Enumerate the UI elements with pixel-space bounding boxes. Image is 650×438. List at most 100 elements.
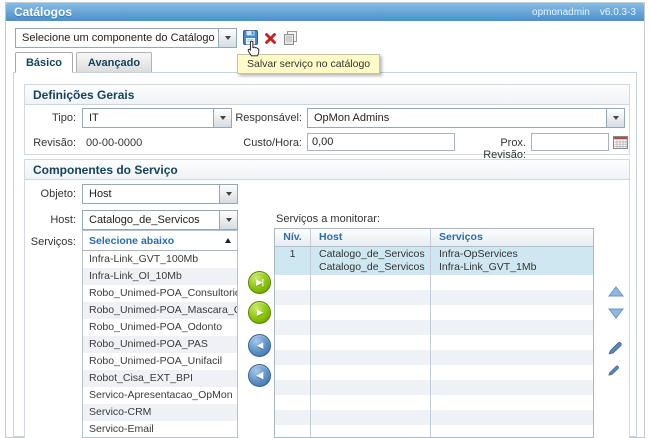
logged-user: opmonadmin xyxy=(532,7,590,18)
tipo-label: Tipo: xyxy=(24,112,76,124)
delete-icon[interactable] xyxy=(264,32,277,45)
empty-cell xyxy=(275,320,311,335)
service-list-item[interactable]: Robo_Unimed-POA_Consultorio xyxy=(83,285,237,302)
empty-cell xyxy=(275,275,311,290)
empty-cell xyxy=(275,395,311,410)
column-header-servicos[interactable]: Serviços xyxy=(431,229,593,246)
empty-cell xyxy=(431,275,593,290)
service-list-item[interactable]: Robo_Unimed-POA_PAS xyxy=(83,336,237,353)
host-select[interactable]: Catalogo_de_Servicos xyxy=(82,210,238,230)
empty-cell xyxy=(311,365,431,380)
revisao-label: Revisão: xyxy=(24,137,76,149)
move-all-left-icon: ◀| xyxy=(256,371,263,380)
empty-table-row xyxy=(275,320,593,335)
empty-cell xyxy=(275,380,311,395)
empty-cell xyxy=(311,425,431,438)
tab-avancado[interactable]: Avançado xyxy=(76,52,152,73)
prox-revisao-label: Prox. Revisão: xyxy=(456,137,526,161)
responsavel-label: Responsável: xyxy=(228,112,302,124)
empty-cell xyxy=(275,350,311,365)
empty-cell xyxy=(275,305,311,320)
service-list-item[interactable]: Robo_Unimed-POA_Odonto xyxy=(83,319,237,336)
objeto-select-value: Host xyxy=(83,185,219,203)
empty-cell xyxy=(311,335,431,350)
objeto-label: Objeto: xyxy=(24,188,76,200)
empty-cell xyxy=(431,335,593,350)
chevron-down-icon xyxy=(226,218,232,222)
empty-table-row xyxy=(275,290,593,305)
host-label: Host: xyxy=(24,214,76,226)
move-row-down-icon[interactable] xyxy=(608,308,624,319)
custo-hora-label: Custo/Hora: xyxy=(228,137,302,149)
chevron-down-icon xyxy=(225,36,231,40)
dropdown-button[interactable] xyxy=(606,109,624,127)
services-list-items: Infra-Link_GVT_100MbInfra-Link_OI_10MbRo… xyxy=(83,251,237,438)
host-line: Catalogo_de_Servicos xyxy=(319,261,430,274)
empty-table-row xyxy=(275,335,593,350)
monitor-label: Serviços a monitorar: xyxy=(276,213,380,225)
copy-icon[interactable] xyxy=(283,30,298,45)
catalog-component-select[interactable]: Selecione um componente do Catálogo xyxy=(15,28,237,48)
column-header-host[interactable]: Host xyxy=(311,229,431,246)
empty-cell xyxy=(311,305,431,320)
empty-table-row xyxy=(275,425,593,438)
move-all-left-button[interactable]: ◀| xyxy=(248,364,271,387)
service-list-item[interactable]: Robot_Cisa_EXT_BPI xyxy=(83,370,237,387)
move-all-right-button[interactable]: ▶| xyxy=(248,271,271,294)
chevron-down-icon xyxy=(220,116,226,120)
monitor-table: Nív. Host Serviços 1 Catalogo_de_Servico… xyxy=(274,228,594,438)
dropdown-button[interactable] xyxy=(218,29,236,47)
chevron-down-icon xyxy=(226,192,232,196)
service-list-item[interactable]: Infra-Link_OI_10Mb xyxy=(83,268,237,285)
empty-cell xyxy=(275,335,311,350)
sort-asc-icon xyxy=(225,238,231,243)
service-list-item[interactable]: Servico-Email xyxy=(83,421,237,438)
responsavel-select-value: OpMon Admins xyxy=(308,109,606,127)
page-title: Catálogos xyxy=(14,5,72,19)
empty-cell xyxy=(431,380,593,395)
services-list-header[interactable]: Selecione abaixo xyxy=(83,231,237,251)
services-listbox: Selecione abaixo Infra-Link_GVT_100MbInf… xyxy=(82,230,238,438)
empty-cell xyxy=(431,395,593,410)
move-left-icon: ◀ xyxy=(257,341,263,350)
move-left-button[interactable]: ◀ xyxy=(248,334,271,357)
service-list-item[interactable]: Servico-CRM xyxy=(83,404,237,421)
tab-basico[interactable]: Básico xyxy=(15,52,73,73)
prox-revisao-input[interactable] xyxy=(531,133,609,151)
responsavel-select[interactable]: OpMon Admins xyxy=(307,108,625,128)
move-right-icon: ▶ xyxy=(257,308,263,317)
custo-hora-input[interactable] xyxy=(307,133,455,151)
objeto-select[interactable]: Host xyxy=(82,184,238,204)
edit-small-icon[interactable] xyxy=(607,364,620,377)
empty-cell xyxy=(431,350,593,365)
selected-row-host-lines: Catalogo_de_ServicosCatalogo_de_Servicos xyxy=(311,247,431,275)
empty-cell xyxy=(311,380,431,395)
empty-cell xyxy=(311,410,431,425)
empty-cell xyxy=(275,290,311,305)
titlebar: Catálogos opmonadmin v6.0.3-3 xyxy=(6,3,644,21)
move-right-button[interactable]: ▶ xyxy=(248,301,271,324)
empty-table-row xyxy=(275,380,593,395)
dropdown-button[interactable] xyxy=(219,185,237,203)
service-list-item[interactable]: Infra-Link_GVT_100Mb xyxy=(83,251,237,268)
empty-cell xyxy=(431,320,593,335)
monitor-table-header: Nív. Host Serviços xyxy=(275,229,593,247)
service-list-item[interactable]: Robo_Unimed-POA_Unifacil xyxy=(83,353,237,370)
column-header-niv[interactable]: Nív. xyxy=(275,229,311,246)
mouse-cursor-hand-icon xyxy=(247,40,260,57)
empty-cell xyxy=(311,275,431,290)
edit-icon[interactable] xyxy=(607,340,623,356)
host-select-value: Catalogo_de_Servicos xyxy=(83,211,219,229)
calendar-icon[interactable] xyxy=(613,135,628,149)
tipo-select[interactable]: IT xyxy=(82,108,232,128)
section-title-definicoes: Definições Gerais xyxy=(25,85,629,105)
monitor-table-selected-row[interactable]: 1 Catalogo_de_ServicosCatalogo_de_Servic… xyxy=(275,247,593,275)
catalog-component-select-value: Selecione um componente do Catálogo xyxy=(16,29,218,47)
empty-cell xyxy=(275,425,311,438)
service-list-item[interactable]: Servico-Apresentacao_OpMon xyxy=(83,387,237,404)
empty-cell xyxy=(311,395,431,410)
service-list-item[interactable]: Robo_Unimed-POA_Mascara_Cadastral xyxy=(83,302,237,319)
service-line: Infra-Link_GVT_1Mb xyxy=(439,261,593,274)
dropdown-button[interactable] xyxy=(219,211,237,229)
move-row-up-icon[interactable] xyxy=(608,286,624,297)
